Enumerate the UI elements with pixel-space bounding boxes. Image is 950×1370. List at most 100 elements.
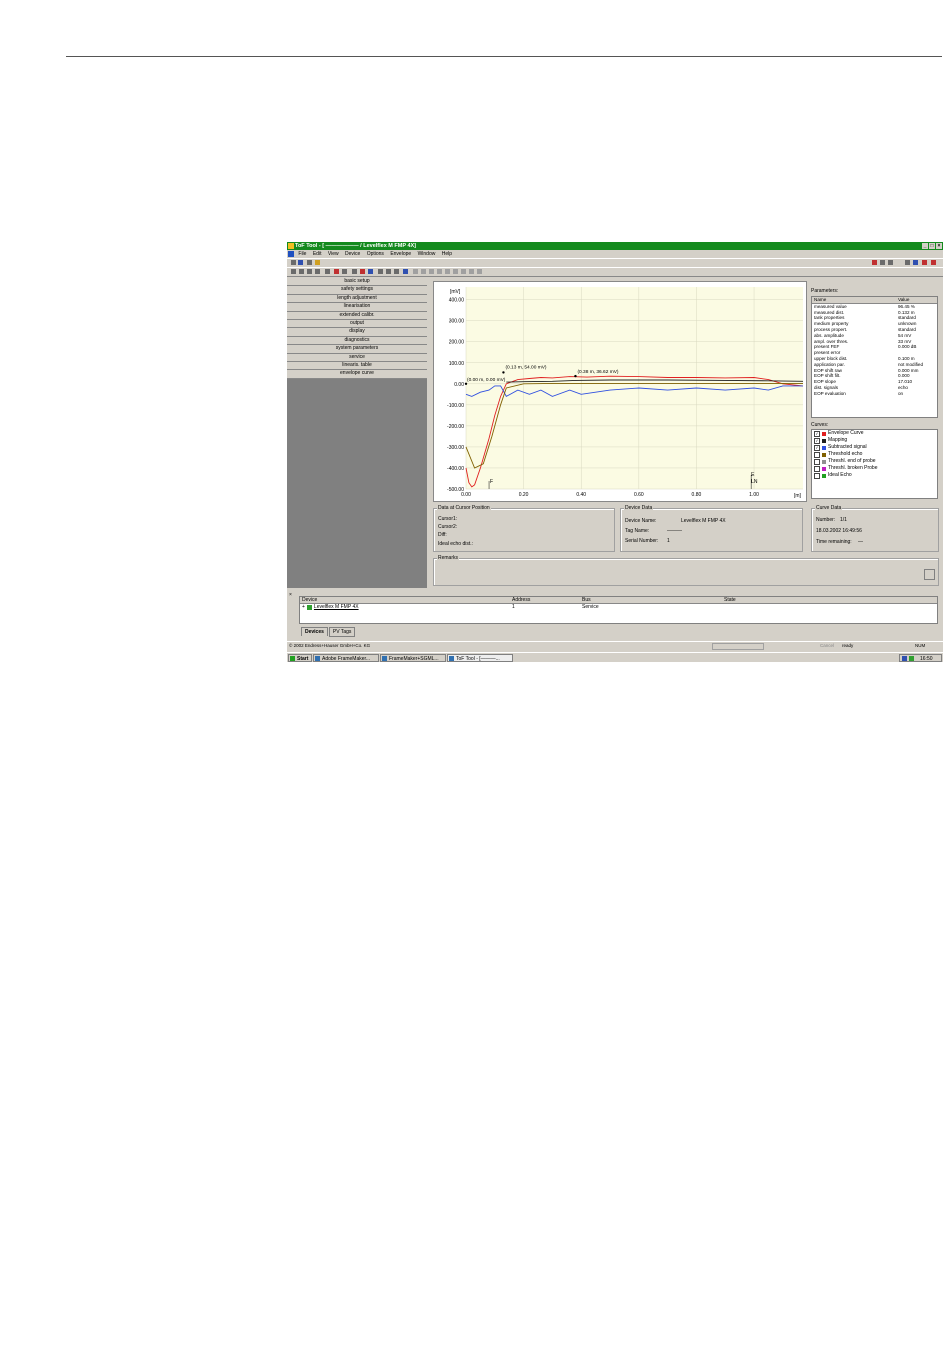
- nav-linearisation[interactable]: linearisation: [287, 303, 427, 312]
- nav-service[interactable]: service: [287, 353, 427, 362]
- help-icon[interactable]: [315, 260, 320, 265]
- curve-item[interactable]: ✓ Mapping: [812, 437, 937, 444]
- col-address[interactable]: Address: [512, 597, 582, 603]
- curve-checkbox[interactable]: ✓: [814, 444, 820, 451]
- arrow-icon[interactable]: [461, 269, 466, 274]
- arrow-icon[interactable]: [469, 269, 474, 274]
- zoom-icon[interactable]: [386, 269, 391, 274]
- undo-icon[interactable]: [394, 269, 399, 274]
- menu-window[interactable]: Window: [418, 250, 436, 258]
- first-icon[interactable]: [291, 269, 296, 274]
- curve-item[interactable]: Threshold echo: [812, 451, 937, 458]
- menu-view[interactable]: View: [328, 250, 339, 258]
- save-icon[interactable]: [298, 260, 303, 265]
- parameter-row[interactable]: EOP evaluation on: [812, 391, 937, 397]
- menu-help[interactable]: Help: [442, 250, 452, 258]
- stop-icon[interactable]: [342, 269, 347, 274]
- nav-linearis-table[interactable]: linearis. table: [287, 361, 427, 371]
- menu-edit[interactable]: Edit: [313, 250, 322, 258]
- curve-checkbox[interactable]: ✓: [814, 437, 820, 444]
- arrow-icon[interactable]: [421, 269, 426, 274]
- print-icon[interactable]: [307, 260, 312, 265]
- remarks-button[interactable]: [924, 569, 935, 580]
- device-name-cell[interactable]: Levelflex M FMP 4X: [314, 604, 359, 610]
- nav-extended-calibr[interactable]: extended calibr.: [287, 311, 427, 320]
- nav-envelope-curve[interactable]: envelope curve: [287, 370, 427, 379]
- nav-output[interactable]: output: [287, 319, 427, 329]
- close-button[interactable]: ×: [936, 243, 942, 249]
- tab-devices[interactable]: Devices: [301, 627, 328, 636]
- record-icon[interactable]: [334, 269, 339, 274]
- cancel-button[interactable]: Cancel: [820, 642, 834, 650]
- binoculars-icon[interactable]: [905, 260, 910, 265]
- next-icon[interactable]: [307, 269, 312, 274]
- tray-icon[interactable]: [902, 656, 907, 661]
- copy-icon[interactable]: [403, 269, 408, 274]
- task-framemaker[interactable]: Adobe FrameMaker...: [313, 654, 379, 662]
- curve-checkbox[interactable]: [814, 465, 820, 472]
- cursor-icon[interactable]: [352, 269, 357, 274]
- tab-pv-tags[interactable]: PV Tags: [328, 627, 356, 637]
- arrow-icon[interactable]: [413, 269, 418, 274]
- title-bar[interactable]: ToF Tool - [ —————— / Levelflex M FMP 4X…: [287, 242, 943, 250]
- nav-diagnostics[interactable]: diagnostics: [287, 336, 427, 346]
- curve-item[interactable]: Ideal Echo: [812, 472, 937, 479]
- connect-icon[interactable]: [913, 260, 918, 265]
- arrow-icon[interactable]: [437, 269, 442, 274]
- arrow-icon[interactable]: [445, 269, 450, 274]
- nav-system-parameters[interactable]: system parameters: [287, 345, 427, 354]
- table-row[interactable]: + Levelflex M FMP 4X 1 Service: [300, 604, 937, 610]
- last-icon[interactable]: [315, 269, 320, 274]
- curve-item[interactable]: ✓ Envelope Curve: [812, 430, 937, 437]
- curve-checkbox[interactable]: [814, 451, 820, 458]
- arrow-icon[interactable]: [429, 269, 434, 274]
- menu-file[interactable]: File: [298, 250, 306, 258]
- curve-item[interactable]: ✓ Subtracted signal: [812, 444, 937, 451]
- menu-envelope[interactable]: Envelope: [390, 250, 411, 258]
- curve-label: Envelope Curve: [828, 430, 864, 436]
- new-icon[interactable]: [291, 260, 296, 265]
- parameter-value: on: [898, 390, 904, 396]
- expand-icon[interactable]: +: [302, 604, 305, 610]
- task-framemaker-sgml[interactable]: FrameMaker+SGML...: [380, 654, 446, 662]
- col-state[interactable]: State: [724, 597, 924, 603]
- window-icon[interactable]: [880, 260, 885, 265]
- close-pane-icon[interactable]: ×: [289, 592, 292, 598]
- curve-checkbox[interactable]: [814, 458, 820, 465]
- nav-basic-setup[interactable]: basic setup: [287, 278, 427, 287]
- curve-item[interactable]: Threshl. broken Probe: [812, 465, 937, 472]
- curve-checkbox[interactable]: [814, 472, 820, 479]
- device-table[interactable]: Device Address Bus State + Levelflex M F…: [299, 596, 938, 624]
- nav-display[interactable]: display: [287, 328, 427, 337]
- nav-length-adjustment[interactable]: length adjustment: [287, 294, 427, 304]
- tool-icon[interactable]: [931, 260, 936, 265]
- envelope-chart[interactable]: 0.00 0.20 0.40 0.60 0.80 1.00 400.00 300.00 200.…: [433, 281, 807, 502]
- menu-device[interactable]: Device: [345, 250, 360, 258]
- loop-icon[interactable]: [325, 269, 330, 274]
- layout-icon[interactable]: [872, 260, 877, 265]
- grid-icon[interactable]: [378, 269, 383, 274]
- col-device[interactable]: Device: [300, 597, 512, 603]
- tray-icon[interactable]: [909, 656, 914, 661]
- info-icon[interactable]: [922, 260, 927, 265]
- chart-svg[interactable]: 0.00 0.20 0.40 0.60 0.80 1.00 400.00 300.00 200.…: [434, 282, 806, 501]
- arrow-icon[interactable]: [453, 269, 458, 274]
- previous-icon[interactable]: [299, 269, 304, 274]
- ready-status: ready: [842, 643, 854, 648]
- task-tof-tool[interactable]: ToF Tool - [———...: [447, 654, 513, 662]
- remarks-box[interactable]: Remarks: [433, 555, 939, 586]
- col-bus[interactable]: Bus: [582, 597, 724, 603]
- mail-icon[interactable]: [888, 260, 893, 265]
- curve-checkbox[interactable]: ✓: [814, 430, 820, 437]
- minimize-button[interactable]: _: [922, 243, 928, 249]
- start-button[interactable]: Start: [288, 654, 312, 662]
- refresh-icon[interactable]: [368, 269, 373, 274]
- menu-options[interactable]: Options: [367, 250, 384, 258]
- marker-icon[interactable]: [360, 269, 365, 274]
- maximize-button[interactable]: □: [929, 243, 935, 249]
- nav-safety-settings[interactable]: safety settings: [287, 286, 427, 295]
- document-icon[interactable]: [288, 250, 294, 257]
- curve-item[interactable]: Threshl. end of probe: [812, 458, 937, 465]
- parameters-grid[interactable]: Name Value measured value 96.45 % measured…: [811, 296, 938, 418]
- arrow-icon[interactable]: [477, 269, 482, 274]
